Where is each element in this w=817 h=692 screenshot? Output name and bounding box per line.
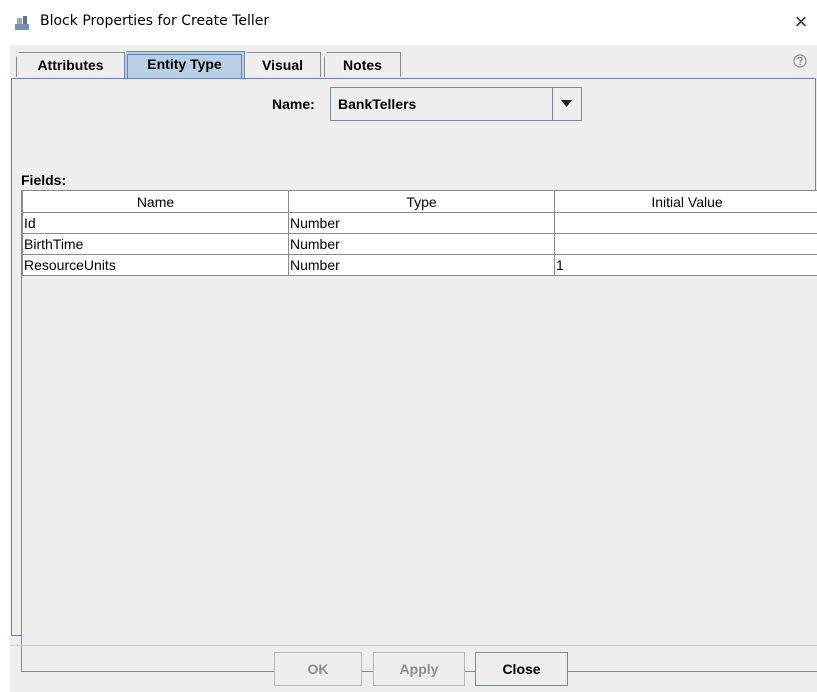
cell-name[interactable]: ResourceUnits xyxy=(22,254,289,276)
entity-name-dropdown[interactable]: BankTellers xyxy=(330,87,582,121)
tab-notes-frame xyxy=(327,55,398,77)
tab-strip: Attributes Entity Type Visual Notes xyxy=(10,45,817,79)
column-header-type[interactable]: Type xyxy=(288,191,555,213)
tab-visual[interactable]: Visual xyxy=(244,52,321,77)
table-row[interactable]: ResourceUnits Number 1 xyxy=(22,254,817,276)
cell-initial-value[interactable] xyxy=(554,212,817,234)
tab-entity-type-frame xyxy=(127,54,242,78)
tab-visual-frame xyxy=(247,55,318,77)
chevron-down-icon xyxy=(561,100,572,107)
help-icon[interactable] xyxy=(793,54,807,68)
entity-type-panel: Name: BankTellers Fields: Name Type Init… xyxy=(11,78,817,672)
tab-notes[interactable]: Notes xyxy=(324,52,401,77)
block-properties-icon xyxy=(15,16,29,30)
table-header-row: Name Type Initial Value xyxy=(22,191,817,213)
name-label: Name: xyxy=(272,96,315,112)
cell-type[interactable]: Number xyxy=(288,254,555,276)
title-bar: Block Properties for Create Teller × xyxy=(0,0,817,45)
dropdown-button[interactable] xyxy=(552,88,581,120)
cell-type[interactable]: Number xyxy=(288,212,555,234)
dialog-body: Attributes Entity Type Visual Notes Name… xyxy=(10,45,817,692)
column-header-initial-value[interactable]: Initial Value xyxy=(554,191,817,213)
cell-initial-value[interactable] xyxy=(554,233,817,255)
close-button[interactable]: Close xyxy=(475,652,568,686)
window-title: Block Properties for Create Teller xyxy=(40,13,270,29)
fields-label: Fields: xyxy=(21,172,67,188)
cell-initial-value[interactable]: 1 xyxy=(554,254,817,276)
tab-attributes[interactable]: Attributes xyxy=(16,52,125,77)
cell-name[interactable]: BirthTime xyxy=(22,233,289,255)
fields-table-viewport: Name Type Initial Value Id Number BirthT… xyxy=(21,190,817,672)
tab-attributes-frame xyxy=(19,55,122,77)
ok-button[interactable]: OK xyxy=(274,652,362,686)
tab-entity-type[interactable]: Entity Type xyxy=(124,51,245,78)
table-row[interactable]: Id Number xyxy=(22,212,817,234)
cell-name[interactable]: Id xyxy=(22,212,289,234)
column-header-name[interactable]: Name xyxy=(22,191,289,213)
fields-table: Name Type Initial Value Id Number BirthT… xyxy=(22,191,817,276)
table-row[interactable]: BirthTime Number xyxy=(22,233,817,255)
cell-type[interactable]: Number xyxy=(288,233,555,255)
footer-divider xyxy=(10,645,817,646)
entity-name-value: BankTellers xyxy=(338,96,417,112)
apply-button[interactable]: Apply xyxy=(373,652,465,686)
close-icon[interactable]: × xyxy=(789,10,813,34)
